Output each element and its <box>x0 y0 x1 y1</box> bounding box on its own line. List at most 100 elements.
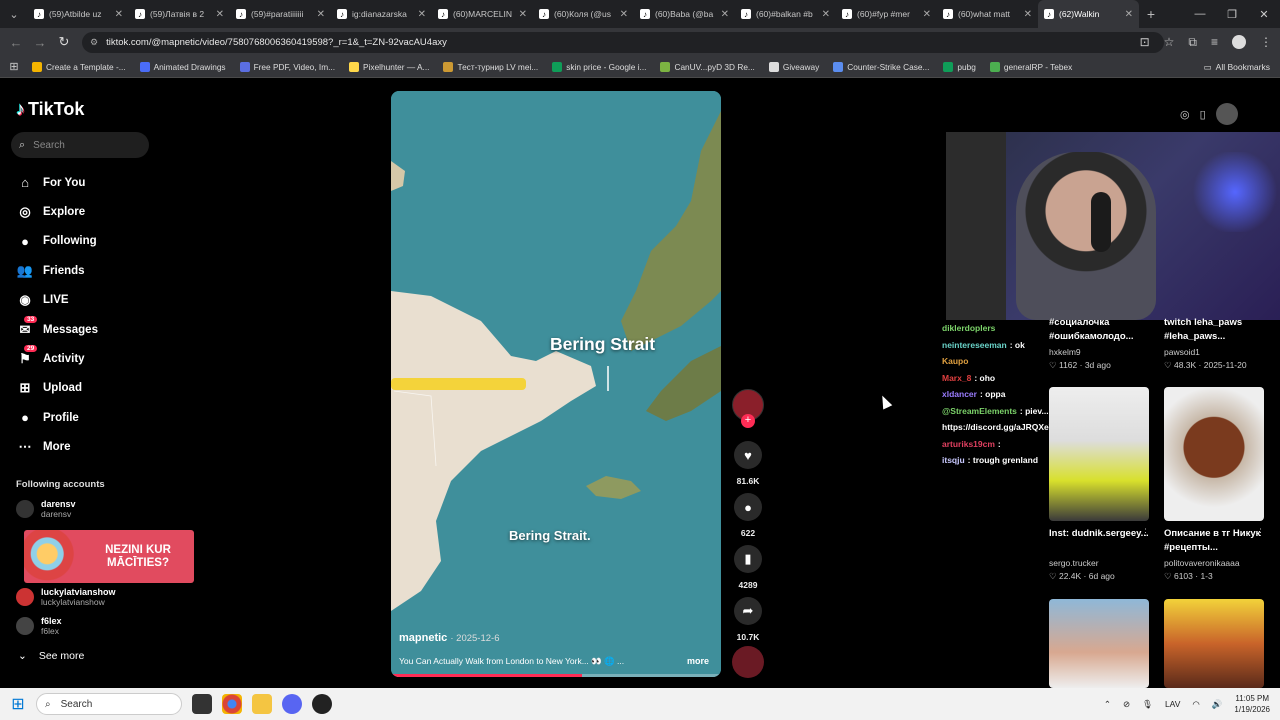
grid-video-thumbnail[interactable] <box>1164 599 1264 688</box>
browser-tab[interactable]: ♪ (60)Коля (@us ✕ <box>533 0 634 28</box>
browser-tab[interactable]: ♪ ig:dianazarska ✕ <box>331 0 432 28</box>
sidebar-item-messages[interactable]: ✉ 33 Messages <box>16 315 98 344</box>
bookmark-item[interactable]: Animated Drawings <box>139 61 226 72</box>
all-bookmarks-button[interactable]: ▭ All Bookmarks <box>1204 56 1270 78</box>
bookmark-button[interactable]: ▮ <box>734 545 762 573</box>
grid-video-thumbnail[interactable] <box>1049 387 1149 521</box>
browser-tab[interactable]: ♪ (60)#fyp #mer ✕ <box>836 0 937 28</box>
language-indicator[interactable]: LAV <box>1165 699 1180 709</box>
grid-item-user[interactable]: politovaveronikaaaa <box>1164 558 1240 568</box>
close-window-button[interactable]: ✕ <box>1248 8 1280 21</box>
site-info-icon[interactable]: ⚙ <box>90 37 98 48</box>
browser-tab[interactable]: ♪ (60)what matt ✕ <box>937 0 1038 28</box>
bookmark-item[interactable]: generalRP - Tebex <box>989 61 1072 72</box>
sidebar-item-more[interactable]: ⋯ More <box>16 433 98 462</box>
chevron-up-icon[interactable]: ⌃ <box>1104 699 1111 710</box>
forward-button[interactable]: → <box>28 35 52 50</box>
sidebar-item-friends[interactable]: 👥 Friends <box>16 256 98 285</box>
sidebar-item-profile[interactable]: ● Profile <box>16 403 98 432</box>
grid-video-thumbnail[interactable] <box>1164 387 1264 521</box>
chrome-taskbar-icon[interactable] <box>222 694 242 714</box>
bookmark-item[interactable]: pubg <box>943 61 976 72</box>
close-tab-icon[interactable]: ✕ <box>418 9 426 20</box>
bookmark-item[interactable]: Giveaway <box>768 61 819 72</box>
close-tab-icon[interactable]: ✕ <box>1024 9 1032 20</box>
ad-banner[interactable]: NEZINI KUR MĀCĪTIES? <box>24 530 194 583</box>
browser-tab[interactable]: ♪ (60)#balkan #b ✕ <box>735 0 836 28</box>
clock[interactable]: 11:05 PM 1/19/2026 <box>1234 693 1270 715</box>
taskbar-search[interactable]: ⌕ Search <box>36 693 182 715</box>
bookmark-item[interactable]: Pixelhunter — A... <box>349 61 429 72</box>
file-explorer-icon[interactable] <box>252 694 272 714</box>
chrome-menu-icon[interactable]: ⋮ <box>1260 35 1272 49</box>
profile-avatar[interactable] <box>1232 35 1246 49</box>
tiktok-logo[interactable]: ♪ TikTok <box>16 99 84 120</box>
bookmark-item[interactable]: Тест-турнир LV mei... <box>443 61 538 72</box>
sidebar-item-following[interactable]: ● Following <box>16 227 98 256</box>
browser-tab[interactable]: ♪ (59)Латвія в 2 ✕ <box>129 0 230 28</box>
close-tab-icon[interactable]: ✕ <box>519 9 527 20</box>
task-view-icon[interactable] <box>192 694 212 714</box>
like-button[interactable]: ♥ <box>734 441 762 469</box>
browser-tab[interactable]: ♪ (60)Baba (@ba ✕ <box>634 0 735 28</box>
caption-more-button[interactable]: more <box>687 656 709 666</box>
share-button[interactable]: ➦ <box>734 597 762 625</box>
wifi-icon[interactable]: ◠ <box>1192 699 1199 710</box>
sidebar-item-upload[interactable]: ⊞ Upload <box>16 374 98 403</box>
network-icon[interactable]: ⊘ <box>1123 699 1130 710</box>
tab-search-button[interactable]: ⌄ <box>0 0 28 28</box>
browser-tab[interactable]: ♪ (62)Walkin ✕ <box>1038 0 1139 28</box>
follow-plus-icon[interactable]: + <box>741 414 755 428</box>
user-avatar[interactable] <box>1215 103 1238 125</box>
close-tab-icon[interactable]: ✕ <box>923 9 931 20</box>
close-tab-icon[interactable]: ✕ <box>620 9 628 20</box>
grid-item-caption[interactable]: Описание в тг Никук #рецепты... <box>1164 527 1269 555</box>
browser-tab[interactable]: ♪ (59)#paratiiiiiii ✕ <box>230 0 331 28</box>
bookmark-item[interactable]: Counter-Strike Case... <box>833 61 929 72</box>
maximize-button[interactable]: ❐ <box>1216 8 1248 21</box>
sidebar-item-activity[interactable]: ⚑ 29 Activity <box>16 344 98 373</box>
bookmark-item[interactable]: skin price - Google i... <box>552 61 646 72</box>
grid-item-user[interactable]: sergo.trucker <box>1049 558 1099 568</box>
app-icon[interactable] <box>312 694 332 714</box>
install-icon[interactable]: ⊡ <box>1140 35 1150 49</box>
device-icon[interactable]: ▯ <box>1200 108 1206 121</box>
bookmark-item[interactable]: CanUV...pyD 3D Re... <box>660 61 755 72</box>
sidebar-item-explore[interactable]: ◎ Explore <box>16 197 98 226</box>
video-progress-bar[interactable] <box>391 674 721 677</box>
see-more-button[interactable]: ⌄ See more <box>18 650 84 662</box>
video-player[interactable]: Bering Strait Bering Strait. mapnetic · … <box>391 91 721 677</box>
bookmark-star-icon[interactable]: ☆ <box>1164 35 1175 49</box>
close-tab-icon[interactable]: ✕ <box>216 9 224 20</box>
music-disc-icon[interactable] <box>732 646 764 678</box>
volume-icon[interactable]: 🔊 <box>1212 699 1223 710</box>
grid-video-thumbnail[interactable] <box>1049 599 1149 688</box>
browser-tab[interactable]: ♪ (59)Atbilde uz ✕ <box>28 0 129 28</box>
more-options-icon[interactable]: ⋮ <box>1256 527 1265 538</box>
back-button[interactable]: ← <box>4 35 28 50</box>
following-account[interactable]: f6lex f6lex <box>16 616 62 636</box>
grid-item-caption[interactable]: twitch leha_paws #leha_paws... <box>1164 316 1269 344</box>
extensions-icon[interactable]: ⧉ <box>1188 35 1197 50</box>
comment-button[interactable]: ● <box>734 493 762 521</box>
grid-item-user[interactable]: hxkelm9 <box>1049 347 1081 357</box>
windows-start-icon[interactable]: ⊞ <box>0 694 36 714</box>
minimize-button[interactable]: — <box>1184 8 1216 20</box>
grid-item-caption[interactable]: Inst: dudnik.sergeey... <box>1049 527 1154 541</box>
browser-tab[interactable]: ♪ (60)MARCELIN ✕ <box>432 0 533 28</box>
url-field[interactable]: ⚙ tiktok.com/@mapnetic/video/75807680063… <box>82 32 1164 53</box>
grid-item-caption[interactable]: #социалочка #ошибкамолодо... <box>1049 316 1154 344</box>
apps-grid-icon[interactable]: ⊞ <box>0 60 28 73</box>
discord-icon[interactable] <box>282 694 302 714</box>
close-tab-icon[interactable]: ✕ <box>822 9 830 20</box>
close-tab-icon[interactable]: ✕ <box>317 9 325 20</box>
following-account[interactable]: luckylatvianshow luckylatvianshow <box>16 587 116 607</box>
close-tab-icon[interactable]: ✕ <box>1125 9 1133 20</box>
reload-button[interactable]: ↻ <box>52 34 76 50</box>
bookmark-item[interactable]: Free PDF, Video, Im... <box>239 61 335 72</box>
sidebar-item-live[interactable]: ◉ LIVE <box>16 286 98 315</box>
microphone-icon[interactable]: 🎙 <box>1142 699 1153 710</box>
new-tab-button[interactable]: + <box>1139 6 1163 22</box>
sidebar-item-for-you[interactable]: ⌂ For You <box>16 168 98 197</box>
following-account[interactable]: darensv darensv <box>16 499 76 519</box>
